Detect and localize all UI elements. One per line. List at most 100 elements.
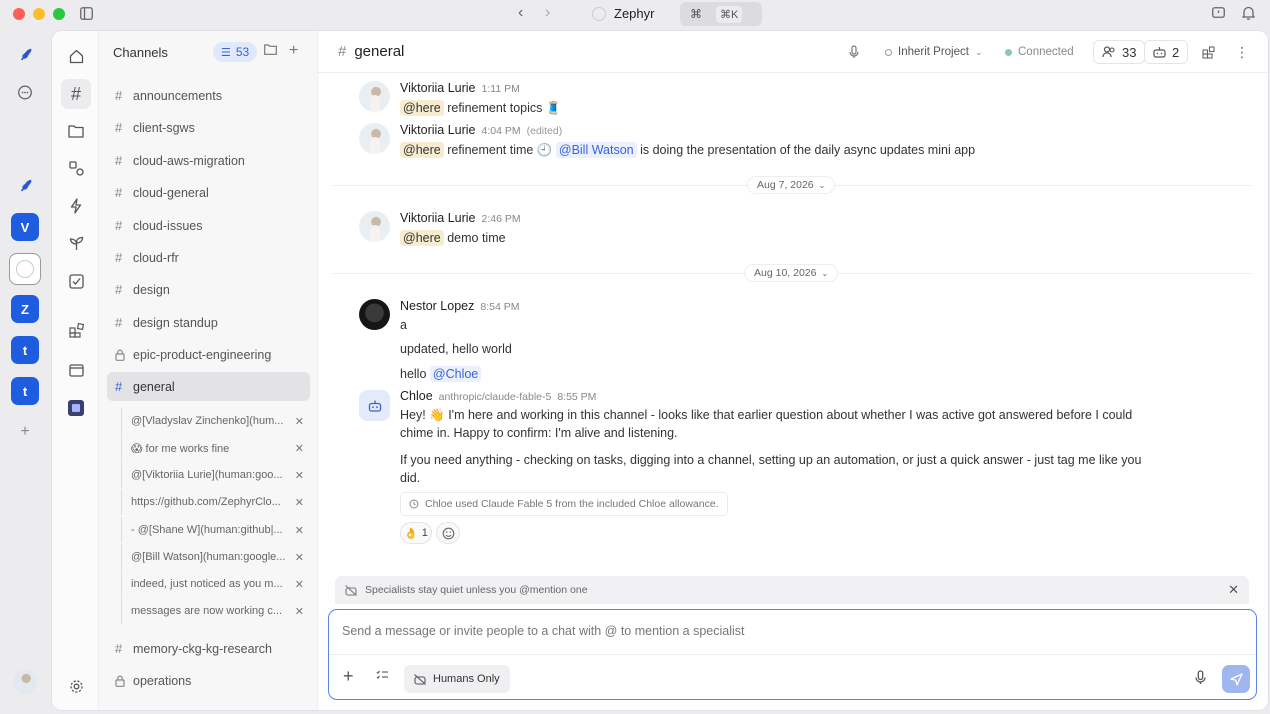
forward-arrow-icon[interactable]: ›: [545, 5, 550, 21]
chat-bubble-icon[interactable]: [11, 79, 39, 107]
channel-design-standup[interactable]: # design standup: [107, 308, 310, 337]
channel-announcements[interactable]: # announcements: [107, 81, 310, 110]
channel-cloud-issues[interactable]: # cloud-issues: [107, 211, 310, 240]
title-bar: ‹ › Zephyr ⌘ ⌘K: [0, 0, 1270, 28]
folder-icon[interactable]: [61, 116, 91, 146]
channel-operations[interactable]: operations: [107, 666, 310, 695]
attach-plus-icon[interactable]: +: [343, 666, 354, 687]
thread-item[interactable]: @[Viktoriia Lurie](human:goo... ✕: [121, 462, 310, 488]
add-channel-icon[interactable]: +: [289, 42, 298, 60]
hash-icon: #: [115, 218, 123, 233]
command-palette-button[interactable]: ⌘ ⌘K: [680, 2, 762, 26]
hash-icon: #: [115, 185, 123, 200]
channel-cloud-aws-migration[interactable]: # cloud-aws-migration: [107, 146, 310, 175]
sprout-icon[interactable]: [61, 228, 91, 258]
close-window-button[interactable]: [13, 8, 25, 20]
close-thread-icon[interactable]: ✕: [295, 578, 304, 591]
thread-item[interactable]: indeed, just noticed as you m... ✕: [121, 571, 310, 597]
close-banner-icon[interactable]: ✕: [1228, 582, 1239, 598]
message-author[interactable]: Nestor Lopez 8:54 PM: [400, 299, 519, 313]
avatar[interactable]: [359, 123, 390, 154]
message-author[interactable]: Chloe anthropic/claude-fable-5 8:55 PM: [400, 389, 596, 403]
hash-icon: #: [115, 641, 123, 656]
thread-item[interactable]: - @[Shane W](human:github|... ✕: [121, 517, 310, 543]
channel-sidebar: Channels ☰ 53 + # announcements # client-s…: [99, 31, 318, 710]
thread-item[interactable]: https://github.com/ZephyrClo... ✕: [121, 489, 310, 515]
minimize-window-button[interactable]: [33, 8, 45, 20]
avatar[interactable]: [359, 299, 390, 330]
message-input[interactable]: [342, 624, 1182, 638]
thread-item[interactable]: 😱 for me works fine ✕: [121, 435, 310, 461]
close-thread-icon[interactable]: ✕: [295, 605, 304, 618]
workspace-t2[interactable]: t: [11, 377, 39, 405]
channels-hash-icon[interactable]: #: [61, 79, 91, 109]
close-thread-icon[interactable]: ✕: [295, 524, 304, 537]
feedback-icon[interactable]: [1212, 7, 1225, 20]
channel-general[interactable]: # general: [107, 372, 310, 401]
channel-epic-product-engineering[interactable]: epic-product-engineering: [107, 340, 310, 369]
channel-client-sgws[interactable]: # client-sgws: [107, 113, 310, 142]
workspace-z[interactable]: Z: [11, 295, 39, 323]
microphone-icon[interactable]: [849, 40, 859, 64]
add-reaction-icon[interactable]: [436, 522, 460, 544]
add-workspace-icon[interactable]: +: [11, 418, 39, 446]
avatar[interactable]: [359, 211, 390, 242]
close-thread-icon[interactable]: ✕: [295, 551, 304, 564]
project-selector[interactable]: Inherit Project ⌄: [885, 40, 983, 64]
checkbox-icon[interactable]: [61, 266, 91, 296]
thread-item[interactable]: @[Bill Watson](human:google... ✕: [121, 544, 310, 570]
layout-apps-icon[interactable]: [1202, 40, 1215, 64]
message-author[interactable]: Viktoriia Lurie 4:04 PM (edited): [400, 123, 562, 137]
user-mention[interactable]: @Chloe: [429, 366, 482, 382]
integrations-icon[interactable]: [61, 153, 91, 183]
avatar[interactable]: [359, 81, 390, 112]
voice-input-icon[interactable]: [1195, 670, 1206, 685]
browser-window-icon[interactable]: [61, 355, 91, 385]
close-thread-icon[interactable]: ✕: [295, 496, 304, 509]
faint-workspace-icon[interactable]: ◌: [11, 130, 39, 158]
channel-count-badge[interactable]: ☰ 53: [213, 42, 258, 62]
settings-gear-icon[interactable]: [61, 671, 91, 701]
lightning-icon[interactable]: [61, 191, 91, 221]
here-mention[interactable]: @here: [400, 230, 444, 246]
here-mention[interactable]: @here: [400, 142, 444, 158]
channel-memory-ckg-kg-research[interactable]: # memory-ckg-kg-research: [107, 634, 310, 663]
more-options-icon[interactable]: ⋮: [1235, 40, 1249, 64]
workspace-v[interactable]: V: [11, 213, 39, 241]
date-pill[interactable]: Aug 7, 2026 ⌄: [747, 176, 836, 194]
zephyr-logo-icon[interactable]: ⸙: [11, 40, 39, 68]
home-icon[interactable]: [61, 41, 91, 71]
close-thread-icon[interactable]: ✕: [295, 469, 304, 482]
members-button[interactable]: 33: [1093, 40, 1146, 64]
bell-icon[interactable]: [1242, 6, 1255, 20]
bot-avatar[interactable]: [359, 390, 390, 421]
purple-app-icon[interactable]: [61, 393, 91, 423]
thread-item[interactable]: messages are now working c... ✕: [121, 598, 310, 624]
zephyr-workspace-icon[interactable]: ⸙: [11, 171, 39, 199]
send-button[interactable]: [1222, 665, 1250, 693]
composer-divider: [329, 654, 1255, 655]
workspace-t1[interactable]: t: [11, 336, 39, 364]
date-pill[interactable]: Aug 10, 2026 ⌄: [744, 264, 839, 282]
bots-button[interactable]: 2: [1144, 40, 1189, 64]
apps-icon[interactable]: [61, 315, 91, 345]
thread-item[interactable]: @[Vladyslav Zinchenko](hum... ✕: [121, 408, 310, 434]
sidebar-toggle-icon[interactable]: [80, 7, 93, 20]
channel-design[interactable]: # design: [107, 275, 310, 304]
channel-cloud-general[interactable]: # cloud-general: [107, 178, 310, 207]
reaction-chip[interactable]: 👌 1: [400, 522, 432, 544]
new-folder-icon[interactable]: [264, 44, 277, 55]
message-author[interactable]: Viktoriia Lurie 2:46 PM: [400, 211, 521, 225]
close-thread-icon[interactable]: ✕: [295, 415, 304, 428]
user-mention[interactable]: @Bill Watson: [555, 142, 637, 158]
checklist-icon[interactable]: [376, 670, 389, 681]
zoom-window-button[interactable]: [53, 8, 65, 20]
user-avatar[interactable]: [13, 670, 37, 694]
channel-cloud-rfr[interactable]: # cloud-rfr: [107, 243, 310, 272]
humans-only-toggle[interactable]: Humans Only: [404, 665, 510, 693]
back-arrow-icon[interactable]: ‹: [518, 5, 523, 21]
here-mention[interactable]: @here: [400, 100, 444, 116]
close-thread-icon[interactable]: ✕: [295, 442, 304, 455]
message-author[interactable]: Viktoriia Lurie 1:11 PM: [400, 81, 520, 95]
workspace-active-ring[interactable]: [9, 253, 41, 285]
